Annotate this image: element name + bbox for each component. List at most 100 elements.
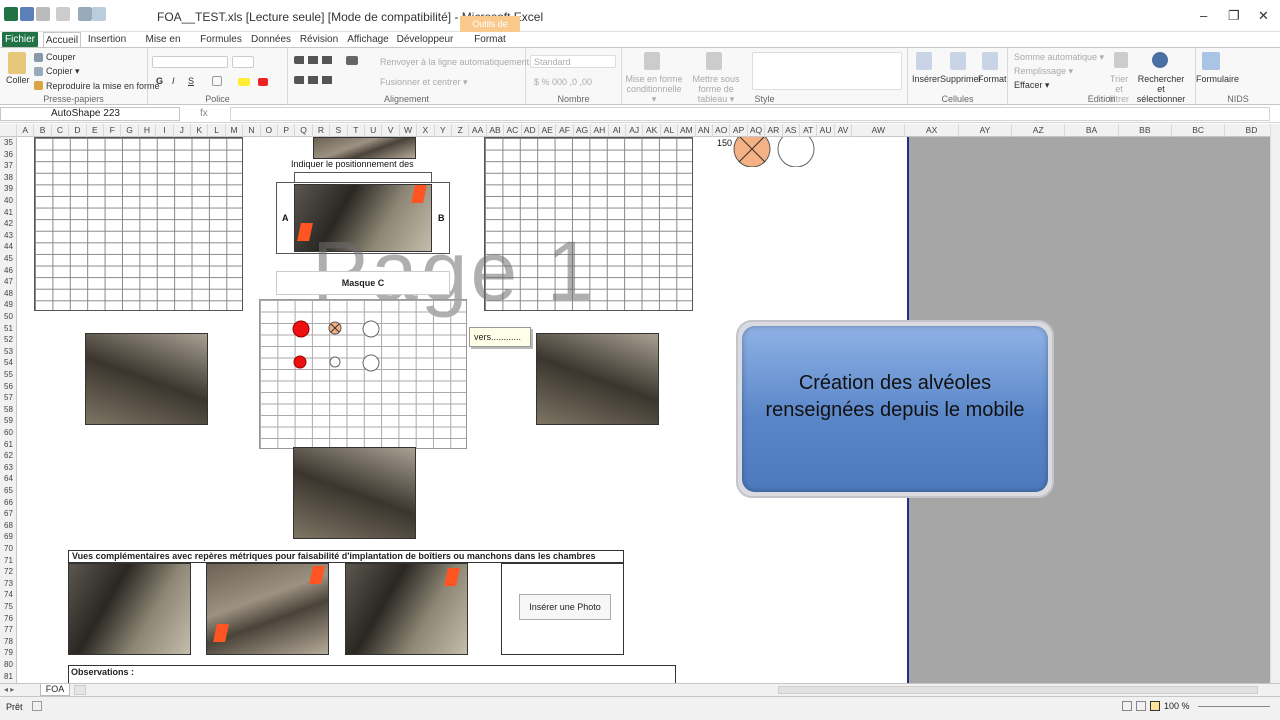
row-header-58[interactable]: 58	[0, 405, 17, 414]
column-header-q[interactable]: Q	[295, 124, 313, 137]
column-header-b[interactable]: B	[34, 124, 52, 137]
column-header-aj[interactable]: AJ	[626, 124, 644, 137]
row-header-63[interactable]: 63	[0, 463, 17, 472]
alveole-markers[interactable]	[259, 299, 467, 449]
row-header-71[interactable]: 71	[0, 556, 17, 565]
new-sheet-icon[interactable]	[74, 685, 86, 695]
column-header-x[interactable]: X	[417, 124, 435, 137]
row-header-53[interactable]: 53	[0, 347, 17, 356]
row-header-75[interactable]: 75	[0, 602, 17, 611]
tab-home[interactable]: Accueil	[43, 32, 81, 47]
tab-developer[interactable]: Développeur	[396, 32, 454, 47]
macro-record-icon[interactable]	[32, 701, 42, 711]
row-header-47[interactable]: 47	[0, 277, 17, 286]
row-header-48[interactable]: 48	[0, 289, 17, 298]
row-header-78[interactable]: 78	[0, 637, 17, 646]
column-header-m[interactable]: M	[226, 124, 244, 137]
column-header-au[interactable]: AU	[817, 124, 835, 137]
row-header-43[interactable]: 43	[0, 231, 17, 240]
row-header-67[interactable]: 67	[0, 509, 17, 518]
row-header-76[interactable]: 76	[0, 614, 17, 623]
column-header-ao[interactable]: AO	[713, 124, 731, 137]
font-size-select[interactable]	[232, 56, 254, 68]
fill-color-icon[interactable]	[238, 78, 250, 86]
paste-icon[interactable]	[8, 52, 26, 74]
zoom-slider[interactable]	[1198, 706, 1270, 707]
view-photo-1[interactable]	[68, 563, 191, 655]
observations-box[interactable]: Observations :	[68, 665, 676, 683]
row-header-50[interactable]: 50	[0, 312, 17, 321]
row-header-77[interactable]: 77	[0, 625, 17, 634]
row-header-40[interactable]: 40	[0, 196, 17, 205]
row-header-59[interactable]: 59	[0, 416, 17, 425]
column-header-k[interactable]: K	[191, 124, 209, 137]
row-header-61[interactable]: 61	[0, 440, 17, 449]
column-header-d[interactable]: D	[69, 124, 87, 137]
form-button[interactable]: Formulaire	[1196, 74, 1239, 84]
column-header-av[interactable]: AV	[835, 124, 853, 137]
callout-vers[interactable]: vers............	[469, 327, 531, 347]
column-header-an[interactable]: AN	[696, 124, 713, 137]
row-header-81[interactable]: 81	[0, 672, 17, 681]
format-painter-button[interactable]: Reproduire la mise en forme	[46, 81, 160, 91]
undo-icon[interactable]	[36, 7, 50, 21]
column-header-s[interactable]: S	[330, 124, 348, 137]
column-header-t[interactable]: T	[348, 124, 365, 137]
row-header-64[interactable]: 64	[0, 474, 17, 483]
merge-center-button[interactable]: Fusionner et centrer ▾	[380, 77, 468, 88]
column-header-h[interactable]: H	[139, 124, 157, 137]
column-header-am[interactable]: AM	[678, 124, 696, 137]
column-header-ax[interactable]: AX	[906, 124, 959, 137]
row-header-62[interactable]: 62	[0, 451, 17, 460]
column-header-u[interactable]: U	[365, 124, 383, 137]
page-break-view-icon[interactable]	[1150, 701, 1160, 711]
column-header-ag[interactable]: AG	[574, 124, 592, 137]
column-header-ah[interactable]: AH	[591, 124, 609, 137]
tab-format[interactable]: Format	[462, 32, 518, 47]
row-header-45[interactable]: 45	[0, 254, 17, 263]
column-header-ap[interactable]: AP	[730, 124, 748, 137]
redo-icon[interactable]	[56, 7, 70, 21]
formula-input[interactable]	[230, 107, 1270, 121]
column-header-ai[interactable]: AI	[609, 124, 626, 137]
horizontal-scrollbar[interactable]	[778, 686, 1258, 694]
font-color-icon[interactable]	[258, 78, 268, 86]
row-header-46[interactable]: 46	[0, 266, 17, 275]
delete-cells-button[interactable]: Supprimer	[940, 74, 982, 84]
insert-photo-button[interactable]: Insérer une Photo	[519, 594, 611, 620]
name-box[interactable]: AutoShape 223	[0, 107, 180, 121]
column-header-af[interactable]: AF	[556, 124, 574, 137]
row-header-60[interactable]: 60	[0, 428, 17, 437]
row-header-51[interactable]: 51	[0, 324, 17, 333]
row-header-73[interactable]: 73	[0, 579, 17, 588]
tab-file[interactable]: Fichier	[2, 32, 38, 47]
column-header-c[interactable]: C	[52, 124, 70, 137]
minimize-button[interactable]: –	[1200, 8, 1207, 23]
column-header-az[interactable]: AZ	[1012, 124, 1066, 137]
row-header-55[interactable]: 55	[0, 370, 17, 379]
column-header-g[interactable]: G	[121, 124, 139, 137]
column-header-ba[interactable]: BA	[1065, 124, 1119, 137]
italic-button[interactable]: I	[172, 76, 175, 86]
column-header-f[interactable]: F	[104, 124, 122, 137]
tab-review[interactable]: Révision	[297, 32, 341, 47]
column-header-a[interactable]: A	[17, 124, 35, 137]
wrap-text-button[interactable]: Renvoyer à la ligne automatiquement	[380, 57, 529, 67]
column-header-ar[interactable]: AR	[765, 124, 783, 137]
fx-icon[interactable]: fx	[200, 108, 208, 119]
column-header-v[interactable]: V	[382, 124, 400, 137]
column-header-z[interactable]: Z	[452, 124, 470, 137]
left-chamber-photo[interactable]	[85, 333, 208, 425]
column-header-as[interactable]: AS	[783, 124, 800, 137]
callout-card[interactable]: Création des alvéoles renseignées depuis…	[736, 320, 1054, 498]
column-header-aq[interactable]: AQ	[748, 124, 766, 137]
restore-button[interactable]: ❐	[1228, 8, 1240, 24]
copy-button[interactable]: Copier ▾	[46, 66, 80, 77]
row-header-72[interactable]: 72	[0, 567, 17, 576]
alveole-free[interactable]	[362, 320, 380, 338]
paste-button[interactable]: Coller	[6, 75, 30, 85]
percent-comma-buttons[interactable]: $ % 000 ,0 ,00	[534, 77, 592, 87]
top-photo[interactable]	[313, 137, 416, 159]
column-header-ay[interactable]: AY	[959, 124, 1013, 137]
alveole-free-small[interactable]	[329, 356, 341, 368]
